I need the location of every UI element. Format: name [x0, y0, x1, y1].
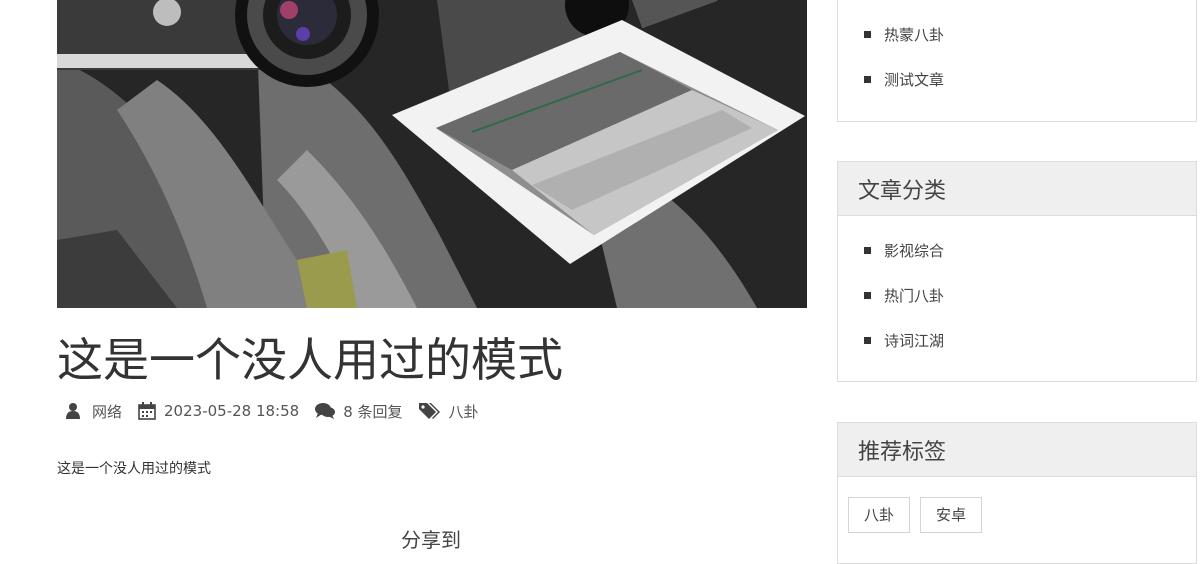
categories-list: 影视综合 热门八卦 诗词江湖 [838, 216, 1196, 371]
bullet-icon [864, 292, 871, 299]
category-link[interactable]: 影视综合 [884, 240, 944, 261]
widget-tags: 推荐标签 八卦 安卓 [837, 422, 1197, 564]
calendar-icon [138, 402, 156, 420]
meta-date: 2023-05-28 18:58 [138, 402, 299, 420]
list-item: 影视综合 [838, 228, 1196, 273]
bullet-icon [864, 76, 871, 83]
post-content: 这是一个没人用过的模式 [57, 461, 211, 477]
comments-link[interactable]: 8 条回复 [343, 401, 402, 422]
meta-comments: 8 条回复 [315, 401, 403, 422]
recent-post-link[interactable]: 测试文章 [884, 69, 944, 90]
share-heading: 分享到 [401, 528, 461, 552]
category-link[interactable]: 诗词江湖 [884, 330, 944, 351]
list-item: 测试文章 [838, 57, 1196, 102]
tag-link[interactable]: 八卦 [848, 497, 911, 533]
recent-posts-list: 热蒙八卦 测试文章 [838, 0, 1196, 110]
list-item: 诗词江湖 [838, 318, 1196, 363]
tags-icon [418, 402, 441, 420]
post-title: 这是一个没人用过的模式 [57, 333, 563, 387]
list-item: 热蒙八卦 [838, 12, 1196, 57]
category-link[interactable]: 八卦 [449, 401, 479, 422]
post-date: 2023-05-28 18:58 [164, 402, 300, 420]
featured-image[interactable] [57, 0, 807, 308]
featured-image-art [57, 0, 807, 308]
bullet-icon [864, 31, 871, 38]
post-meta: 网络 2023-05-28 18:58 8 条回复 八卦 [66, 400, 495, 422]
user-icon [66, 402, 84, 420]
meta-author: 网络 [66, 401, 122, 422]
tag-link[interactable]: 安卓 [920, 497, 983, 533]
widget-title-categories: 文章分类 [838, 162, 1196, 216]
meta-category: 八卦 [418, 401, 479, 422]
recent-post-link[interactable]: 热蒙八卦 [884, 24, 944, 45]
bullet-icon [864, 247, 871, 254]
tag-cloud: 八卦 安卓 [838, 477, 1196, 553]
widget-recent-posts: 热蒙八卦 测试文章 [837, 0, 1197, 122]
category-link[interactable]: 热门八卦 [884, 285, 944, 306]
bullet-icon [864, 337, 871, 344]
comments-icon [315, 402, 336, 420]
widget-title-tags: 推荐标签 [838, 423, 1196, 477]
widget-categories: 文章分类 影视综合 热门八卦 诗词江湖 [837, 161, 1197, 382]
author-name: 网络 [92, 402, 123, 421]
list-item: 热门八卦 [838, 273, 1196, 318]
